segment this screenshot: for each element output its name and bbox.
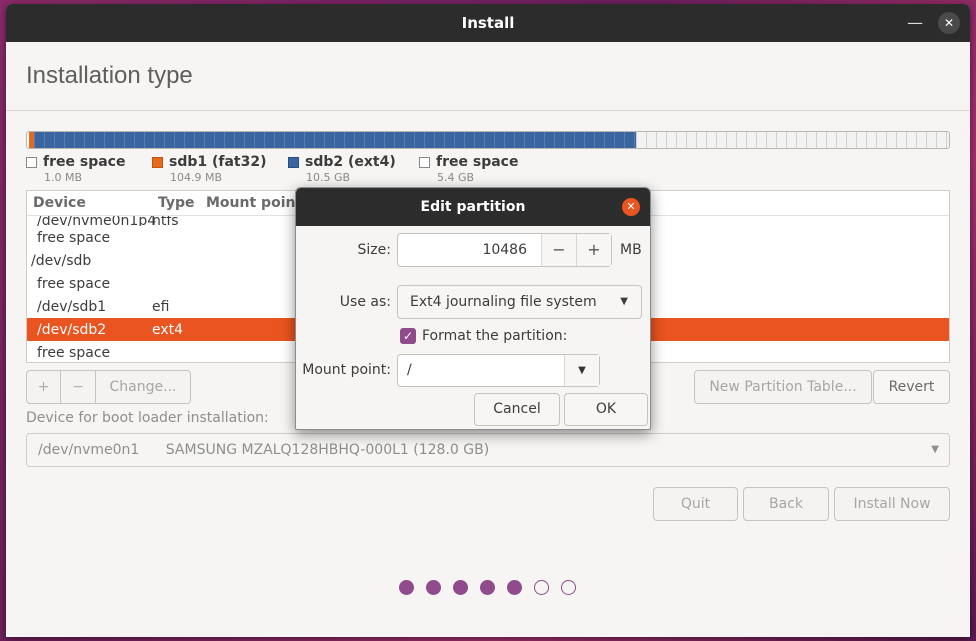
dialog-titlebar: Edit partition ✕ xyxy=(296,188,650,226)
revert-button[interactable]: Revert xyxy=(873,370,950,404)
plus-icon[interactable]: + xyxy=(576,234,611,266)
legend-item: sdb1 (fat32) 104.9 MB xyxy=(152,154,270,184)
mount-point-input[interactable]: / xyxy=(398,355,564,386)
quit-button[interactable]: Quit xyxy=(653,487,738,521)
legend-name: sdb2 (ext4) xyxy=(305,154,396,170)
boot-loader-label: Device for boot loader installation: xyxy=(26,410,269,426)
size-input[interactable]: 10486 xyxy=(398,234,541,266)
cell-device: free space xyxy=(37,275,111,292)
close-icon[interactable]: ✕ xyxy=(622,198,640,216)
use-as-value: Ext4 journaling file system xyxy=(410,294,597,310)
legend-name: free space xyxy=(43,154,126,170)
legend-item: free space 5.4 GB xyxy=(419,154,518,184)
column-header-device[interactable]: Device xyxy=(27,195,152,211)
back-button[interactable]: Back xyxy=(743,487,829,521)
cancel-button[interactable]: Cancel xyxy=(474,393,560,426)
legend-swatch xyxy=(419,156,430,168)
cell-device: /dev/sdb1 xyxy=(37,298,107,315)
edit-partition-dialog: Edit partition ✕ Size: 10486 − + MB Use … xyxy=(295,187,651,430)
add-partition-button[interactable]: + xyxy=(26,370,61,404)
window-title: Install xyxy=(461,14,515,32)
legend-size: 5.4 GB xyxy=(437,171,475,184)
checkmark-icon[interactable]: ✓ xyxy=(400,328,416,344)
use-as-label: Use as: xyxy=(339,294,391,310)
partition-segment-free-space-2 xyxy=(635,132,949,148)
cell-device: free space xyxy=(37,229,111,246)
column-header-mount[interactable]: Mount point xyxy=(200,195,302,211)
cell-type: efi xyxy=(152,298,170,315)
size-label: Size: xyxy=(357,242,391,258)
legend-item: free space 1.0 MB xyxy=(26,154,134,184)
ok-button[interactable]: OK xyxy=(564,393,648,426)
progress-dots xyxy=(399,580,588,595)
cell-type: ext4 xyxy=(152,321,184,338)
cell-type: ntfs xyxy=(152,216,179,226)
progress-dot xyxy=(399,580,414,595)
progress-dot xyxy=(480,580,495,595)
cell-device: /dev/nvme0n1p4 xyxy=(37,216,157,226)
progress-dot xyxy=(426,580,441,595)
dialog-title: Edit partition xyxy=(420,199,526,215)
legend-swatch xyxy=(288,156,299,168)
cell-device: free space xyxy=(37,344,111,361)
legend-item: sdb2 (ext4) 10.5 GB xyxy=(288,154,401,184)
chevron-down-icon: ▼ xyxy=(620,296,628,307)
format-checkbox-row[interactable]: ✓ Format the partition: xyxy=(400,328,567,344)
progress-dot xyxy=(534,580,549,595)
legend-size: 104.9 MB xyxy=(170,171,223,184)
legend-size: 10.5 GB xyxy=(306,171,351,184)
boot-loader-select[interactable]: /dev/nvme0n1 SAMSUNG MZALQ128HBHQ-000L1 … xyxy=(26,433,950,467)
legend-size: 1.0 MB xyxy=(44,171,83,184)
use-as-select[interactable]: Ext4 journaling file system ▼ xyxy=(397,285,642,319)
boot-device: /dev/nvme0n1 xyxy=(38,442,140,458)
progress-dot xyxy=(453,580,468,595)
chevron-down-icon[interactable]: ▼ xyxy=(564,355,599,386)
page-title: Installation type xyxy=(26,62,193,89)
legend-swatch xyxy=(152,156,163,168)
size-stepper[interactable]: 10486 − + xyxy=(397,233,612,267)
mount-point-label: Mount point: xyxy=(302,362,391,378)
chevron-down-icon: ▼ xyxy=(931,444,939,455)
minimize-icon[interactable]: — xyxy=(904,12,926,34)
partition-segment-sdb2 xyxy=(34,132,636,148)
partition-legend: free space 1.0 MB sdb1 (fat32) 104.9 MB … xyxy=(26,154,536,184)
legend-name: sdb1 (fat32) xyxy=(169,154,267,170)
new-partition-table-button[interactable]: New Partition Table... xyxy=(694,370,872,404)
minus-icon[interactable]: − xyxy=(541,234,576,266)
column-header-type[interactable]: Type xyxy=(152,195,200,211)
legend-swatch xyxy=(26,156,37,168)
partition-bar xyxy=(26,131,950,149)
legend-name: free space xyxy=(436,154,519,170)
remove-partition-button[interactable]: − xyxy=(61,370,96,404)
install-now-button[interactable]: Install Now xyxy=(834,487,950,521)
close-icon[interactable]: ✕ xyxy=(938,12,960,34)
progress-dot xyxy=(561,580,576,595)
divider xyxy=(6,110,970,111)
change-partition-button[interactable]: Change... xyxy=(96,370,191,404)
format-label: Format the partition: xyxy=(422,328,568,344)
mount-point-combo[interactable]: / ▼ xyxy=(397,354,600,387)
cell-device: /dev/sdb xyxy=(31,252,92,269)
partition-toolbar: + − Change... xyxy=(26,370,191,404)
boot-device-description: SAMSUNG MZALQ128HBHQ-000L1 (128.0 GB) xyxy=(165,442,490,458)
size-unit: MB xyxy=(620,242,642,258)
window-titlebar: Install — ✕ xyxy=(6,4,970,42)
progress-dot xyxy=(507,580,522,595)
cell-device: /dev/sdb2 xyxy=(37,321,107,338)
